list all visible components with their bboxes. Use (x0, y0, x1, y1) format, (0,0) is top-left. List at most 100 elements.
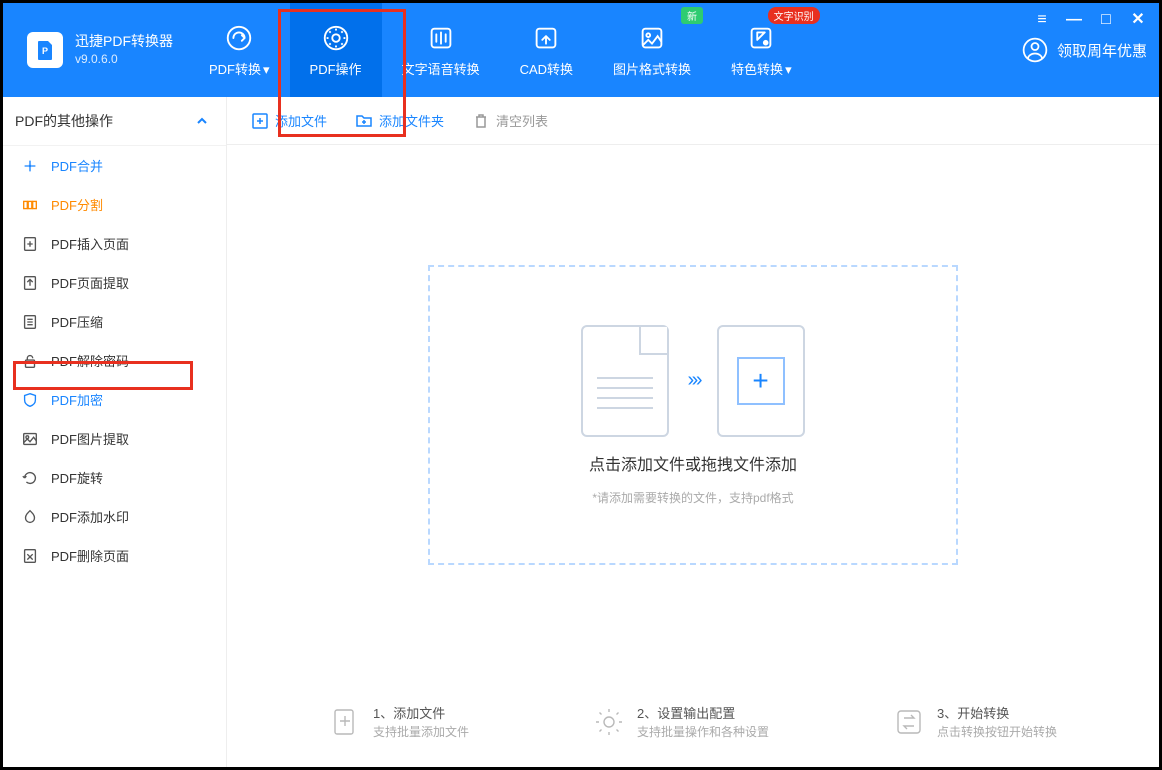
image-icon (21, 430, 39, 448)
nav-label: 特色转换 (731, 62, 783, 77)
step-convert-icon (893, 706, 925, 738)
split-icon (21, 196, 39, 214)
compress-icon (21, 313, 39, 331)
window-controls: ≡ — □ ✕ (1033, 11, 1147, 29)
chevron-up-icon (196, 115, 208, 127)
toolbar: 添加文件 添加文件夹 清空列表 (227, 97, 1159, 145)
shield-icon (21, 391, 39, 409)
sidebar-header-label: PDF的其他操作 (15, 111, 113, 131)
sidebar-item-label: PDF加密 (51, 390, 103, 409)
nav-tab-image[interactable]: 新 图片格式转换 (593, 3, 711, 97)
minimize-icon[interactable]: — (1065, 11, 1083, 29)
sidebar-item-label: PDF图片提取 (51, 429, 129, 448)
clear-list-button[interactable]: 清空列表 (472, 111, 548, 130)
badge-ocr: 文字识别 (768, 7, 820, 24)
sidebar-item-label: PDF页面提取 (51, 273, 129, 292)
sidebar-item-extract-page[interactable]: PDF页面提取 (3, 263, 226, 302)
app-title-block: 迅捷PDF转换器 v9.0.6.0 (75, 32, 173, 68)
sidebar-item-merge[interactable]: PDF合并 (3, 146, 226, 185)
step-3: 3、开始转换 点击转换按钮开始转换 (893, 704, 1057, 742)
dropzone-title: 点击添加文件或拖拽文件添加 (589, 451, 797, 475)
step-add-icon (329, 706, 361, 738)
plus-icon: + (737, 357, 785, 405)
nav-label: PDF操作 (310, 59, 362, 78)
close-icon[interactable]: ✕ (1129, 11, 1147, 29)
nav-label: PDF转换 (209, 62, 261, 77)
step-sub: 支持批量添加文件 (373, 723, 469, 741)
nav-tab-pdf-operate[interactable]: PDF操作 (290, 3, 382, 97)
chevron-down-icon: ▾ (785, 62, 792, 77)
step-2: 2、设置输出配置 支持批量操作和各种设置 (593, 704, 769, 742)
sidebar: PDF的其他操作 PDF合并 PDF分割 PDF插入页面 PDF页面提取 (3, 97, 227, 767)
nav-tab-special[interactable]: 文字识别 特色转换▾ (711, 3, 812, 97)
sidebar-item-insert[interactable]: PDF插入页面 (3, 224, 226, 263)
toolbar-label: 添加文件夹 (379, 111, 444, 130)
app-logo-icon: P (27, 32, 63, 68)
sidebar-item-compress[interactable]: PDF压缩 (3, 302, 226, 341)
nav-tabs: PDF转换▾ PDF操作 文字语音转换 CAD转换 新 图片格式转换 文字识别 (189, 3, 812, 97)
add-box-icon: + (717, 325, 805, 437)
sidebar-item-rotate[interactable]: PDF旋转 (3, 458, 226, 497)
nav-tab-tts[interactable]: 文字语音转换 (382, 3, 500, 97)
main-panel: 添加文件 添加文件夹 清空列表 › › › (227, 97, 1159, 767)
delete-page-icon (21, 547, 39, 565)
rotate-icon (21, 469, 39, 487)
nav-label: 文字语音转换 (402, 59, 480, 78)
promo-link[interactable]: 领取周年优惠 (1021, 36, 1147, 64)
toolbar-label: 清空列表 (496, 111, 548, 130)
step-gear-icon (593, 706, 625, 738)
steps-row: 1、添加文件 支持批量添加文件 2、设置输出配置 支持批量操作和各种设置 3、开… (227, 686, 1159, 768)
app-title: 迅捷PDF转换器 (75, 32, 173, 52)
sidebar-header[interactable]: PDF的其他操作 (3, 97, 226, 146)
sidebar-item-label: PDF解除密码 (51, 351, 129, 370)
svg-text:P: P (42, 46, 48, 56)
add-file-icon (251, 112, 269, 130)
nav-tab-cad[interactable]: CAD转换 (500, 3, 593, 97)
step-1: 1、添加文件 支持批量添加文件 (329, 704, 469, 742)
nav-label: CAD转换 (520, 59, 573, 78)
promo-text: 领取周年优惠 (1057, 40, 1147, 61)
badge-new: 新 (681, 7, 703, 24)
sidebar-item-encrypt[interactable]: PDF加密 (3, 380, 226, 419)
sidebar-item-label: PDF合并 (51, 156, 103, 175)
add-folder-button[interactable]: 添加文件夹 (355, 111, 444, 130)
sidebar-item-delete-page[interactable]: PDF删除页面 (3, 536, 226, 575)
step-title: 3、开始转换 (937, 704, 1057, 724)
step-sub: 支持批量操作和各种设置 (637, 723, 769, 741)
app-version: v9.0.6.0 (75, 51, 173, 68)
watermark-icon (21, 508, 39, 526)
step-title: 2、设置输出配置 (637, 704, 769, 724)
dropzone[interactable]: › › › + 点击添加文件或拖拽文件添加 *请添加需要转换的文件，支持pdf格… (428, 265, 958, 565)
extract-page-icon (21, 274, 39, 292)
step-title: 1、添加文件 (373, 704, 469, 724)
sidebar-item-label: PDF旋转 (51, 468, 103, 487)
app-logo: P 迅捷PDF转换器 v9.0.6.0 (3, 3, 189, 97)
sidebar-item-watermark[interactable]: PDF添加水印 (3, 497, 226, 536)
maximize-icon[interactable]: □ (1097, 11, 1115, 29)
sidebar-item-label: PDF分割 (51, 195, 103, 214)
sidebar-item-label: PDF删除页面 (51, 546, 129, 565)
add-file-button[interactable]: 添加文件 (251, 111, 327, 130)
nav-label: 图片格式转换 (613, 59, 691, 78)
sidebar-item-extract-image[interactable]: PDF图片提取 (3, 419, 226, 458)
sidebar-item-split[interactable]: PDF分割 (3, 185, 226, 224)
chevron-down-icon: ▾ (263, 62, 270, 77)
sidebar-item-label: PDF压缩 (51, 312, 103, 331)
step-sub: 点击转换按钮开始转换 (937, 723, 1057, 741)
merge-icon (21, 157, 39, 175)
sidebar-item-unlock[interactable]: PDF解除密码 (3, 341, 226, 380)
menu-icon[interactable]: ≡ (1033, 11, 1051, 29)
dropzone-subtitle: *请添加需要转换的文件，支持pdf格式 (592, 489, 793, 506)
nav-tab-pdf-convert[interactable]: PDF转换▾ (189, 3, 290, 97)
document-icon (581, 325, 669, 437)
dropzone-illustration: › › › + (581, 325, 804, 437)
unlock-icon (21, 352, 39, 370)
insert-page-icon (21, 235, 39, 253)
arrows-icon: › › › (687, 369, 698, 392)
toolbar-label: 添加文件 (275, 111, 327, 130)
add-folder-icon (355, 112, 373, 130)
app-header: P 迅捷PDF转换器 v9.0.6.0 PDF转换▾ PDF操作 文字语音转换 (3, 3, 1159, 97)
sidebar-item-label: PDF插入页面 (51, 234, 129, 253)
trash-icon (472, 112, 490, 130)
sidebar-item-label: PDF添加水印 (51, 507, 129, 526)
